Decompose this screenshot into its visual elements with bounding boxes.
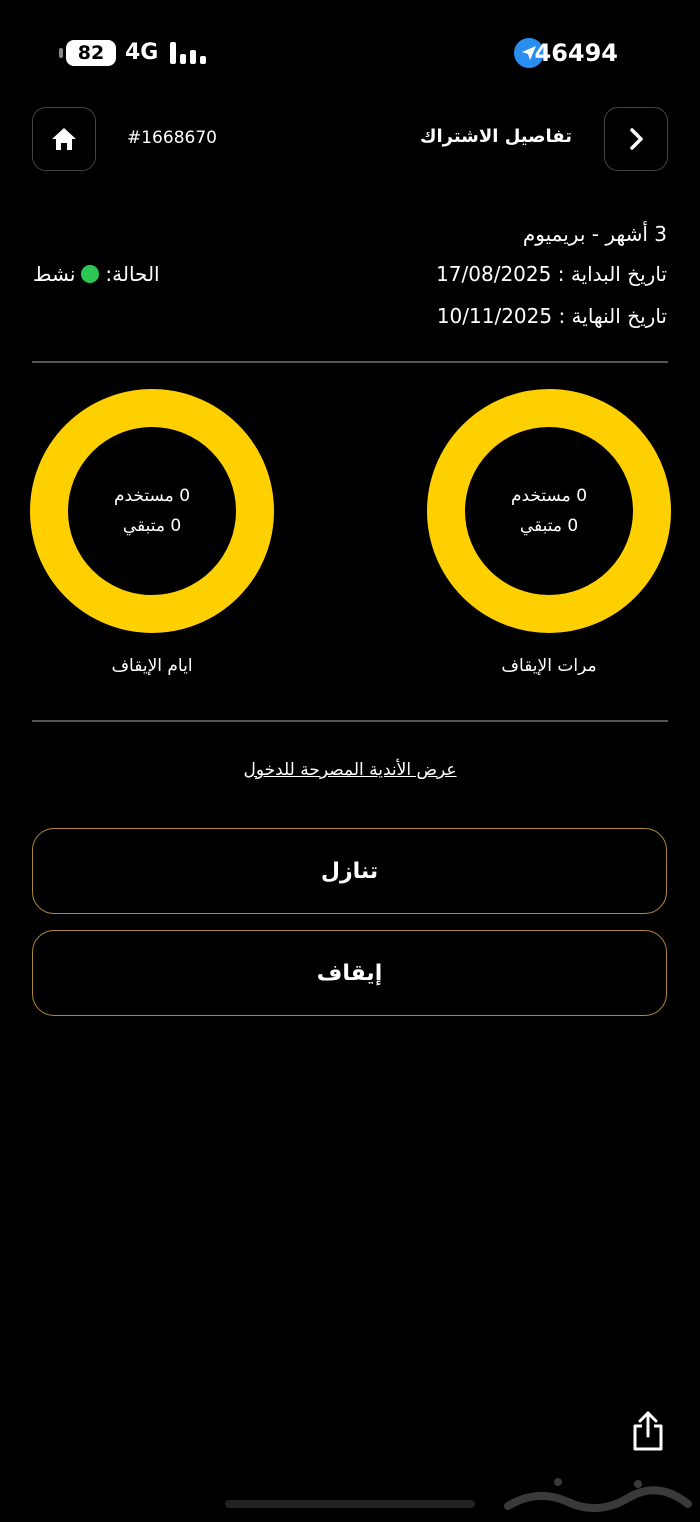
pause-button[interactable]: إيقاف <box>32 930 667 1016</box>
divider <box>32 720 668 722</box>
status-dot-icon <box>81 265 100 283</box>
start-date: تاريخ البداية : 17/08/2025 <box>436 262 667 286</box>
signal-strength-icon <box>170 42 206 64</box>
ring-used: 0 مستخدم <box>113 486 191 506</box>
status-value: نشط <box>33 262 76 286</box>
home-icon <box>52 128 76 150</box>
ring-remaining: 0 متبقي <box>519 516 579 536</box>
ring-used: 0 مستخدم <box>510 486 588 506</box>
page-title: تفاصيل الاشتراك <box>419 126 572 147</box>
status-row: الحالة: نشط <box>33 262 160 286</box>
chevron-right-icon <box>630 128 643 150</box>
back-button[interactable] <box>604 107 668 171</box>
pause-days-ring: 0 مستخدم 0 متبقي <box>29 388 275 634</box>
watermark-logo <box>504 1478 692 1513</box>
share-icon[interactable] <box>630 1410 666 1452</box>
plan-name: 3 أشهر - بريميوم <box>522 222 667 246</box>
pause-count-ring: 0 مستخدم 0 متبقي <box>426 388 672 634</box>
status-time: 46494 <box>534 39 619 67</box>
end-date: تاريخ النهاية : 10/11/2025 <box>436 304 667 328</box>
subscription-id: #1668670 <box>127 128 217 148</box>
home-indicator[interactable] <box>225 1500 475 1508</box>
divider <box>32 361 668 363</box>
status-label: الحالة: <box>105 262 160 286</box>
home-button[interactable] <box>32 107 96 171</box>
transfer-button[interactable]: تنازل <box>32 828 667 914</box>
authorized-clubs-link[interactable]: عرض الأندية المصرحة للدخول <box>0 760 700 780</box>
network-type: 4G <box>125 40 159 65</box>
pause-count-label: مرات الإيقاف <box>501 656 597 676</box>
ring-remaining: 0 متبقي <box>122 516 182 536</box>
status-bar: 82 4G 46494 <box>0 0 700 100</box>
pause-days-label: ايام الإيقاف <box>111 656 193 676</box>
battery-indicator: 82 <box>59 40 116 66</box>
